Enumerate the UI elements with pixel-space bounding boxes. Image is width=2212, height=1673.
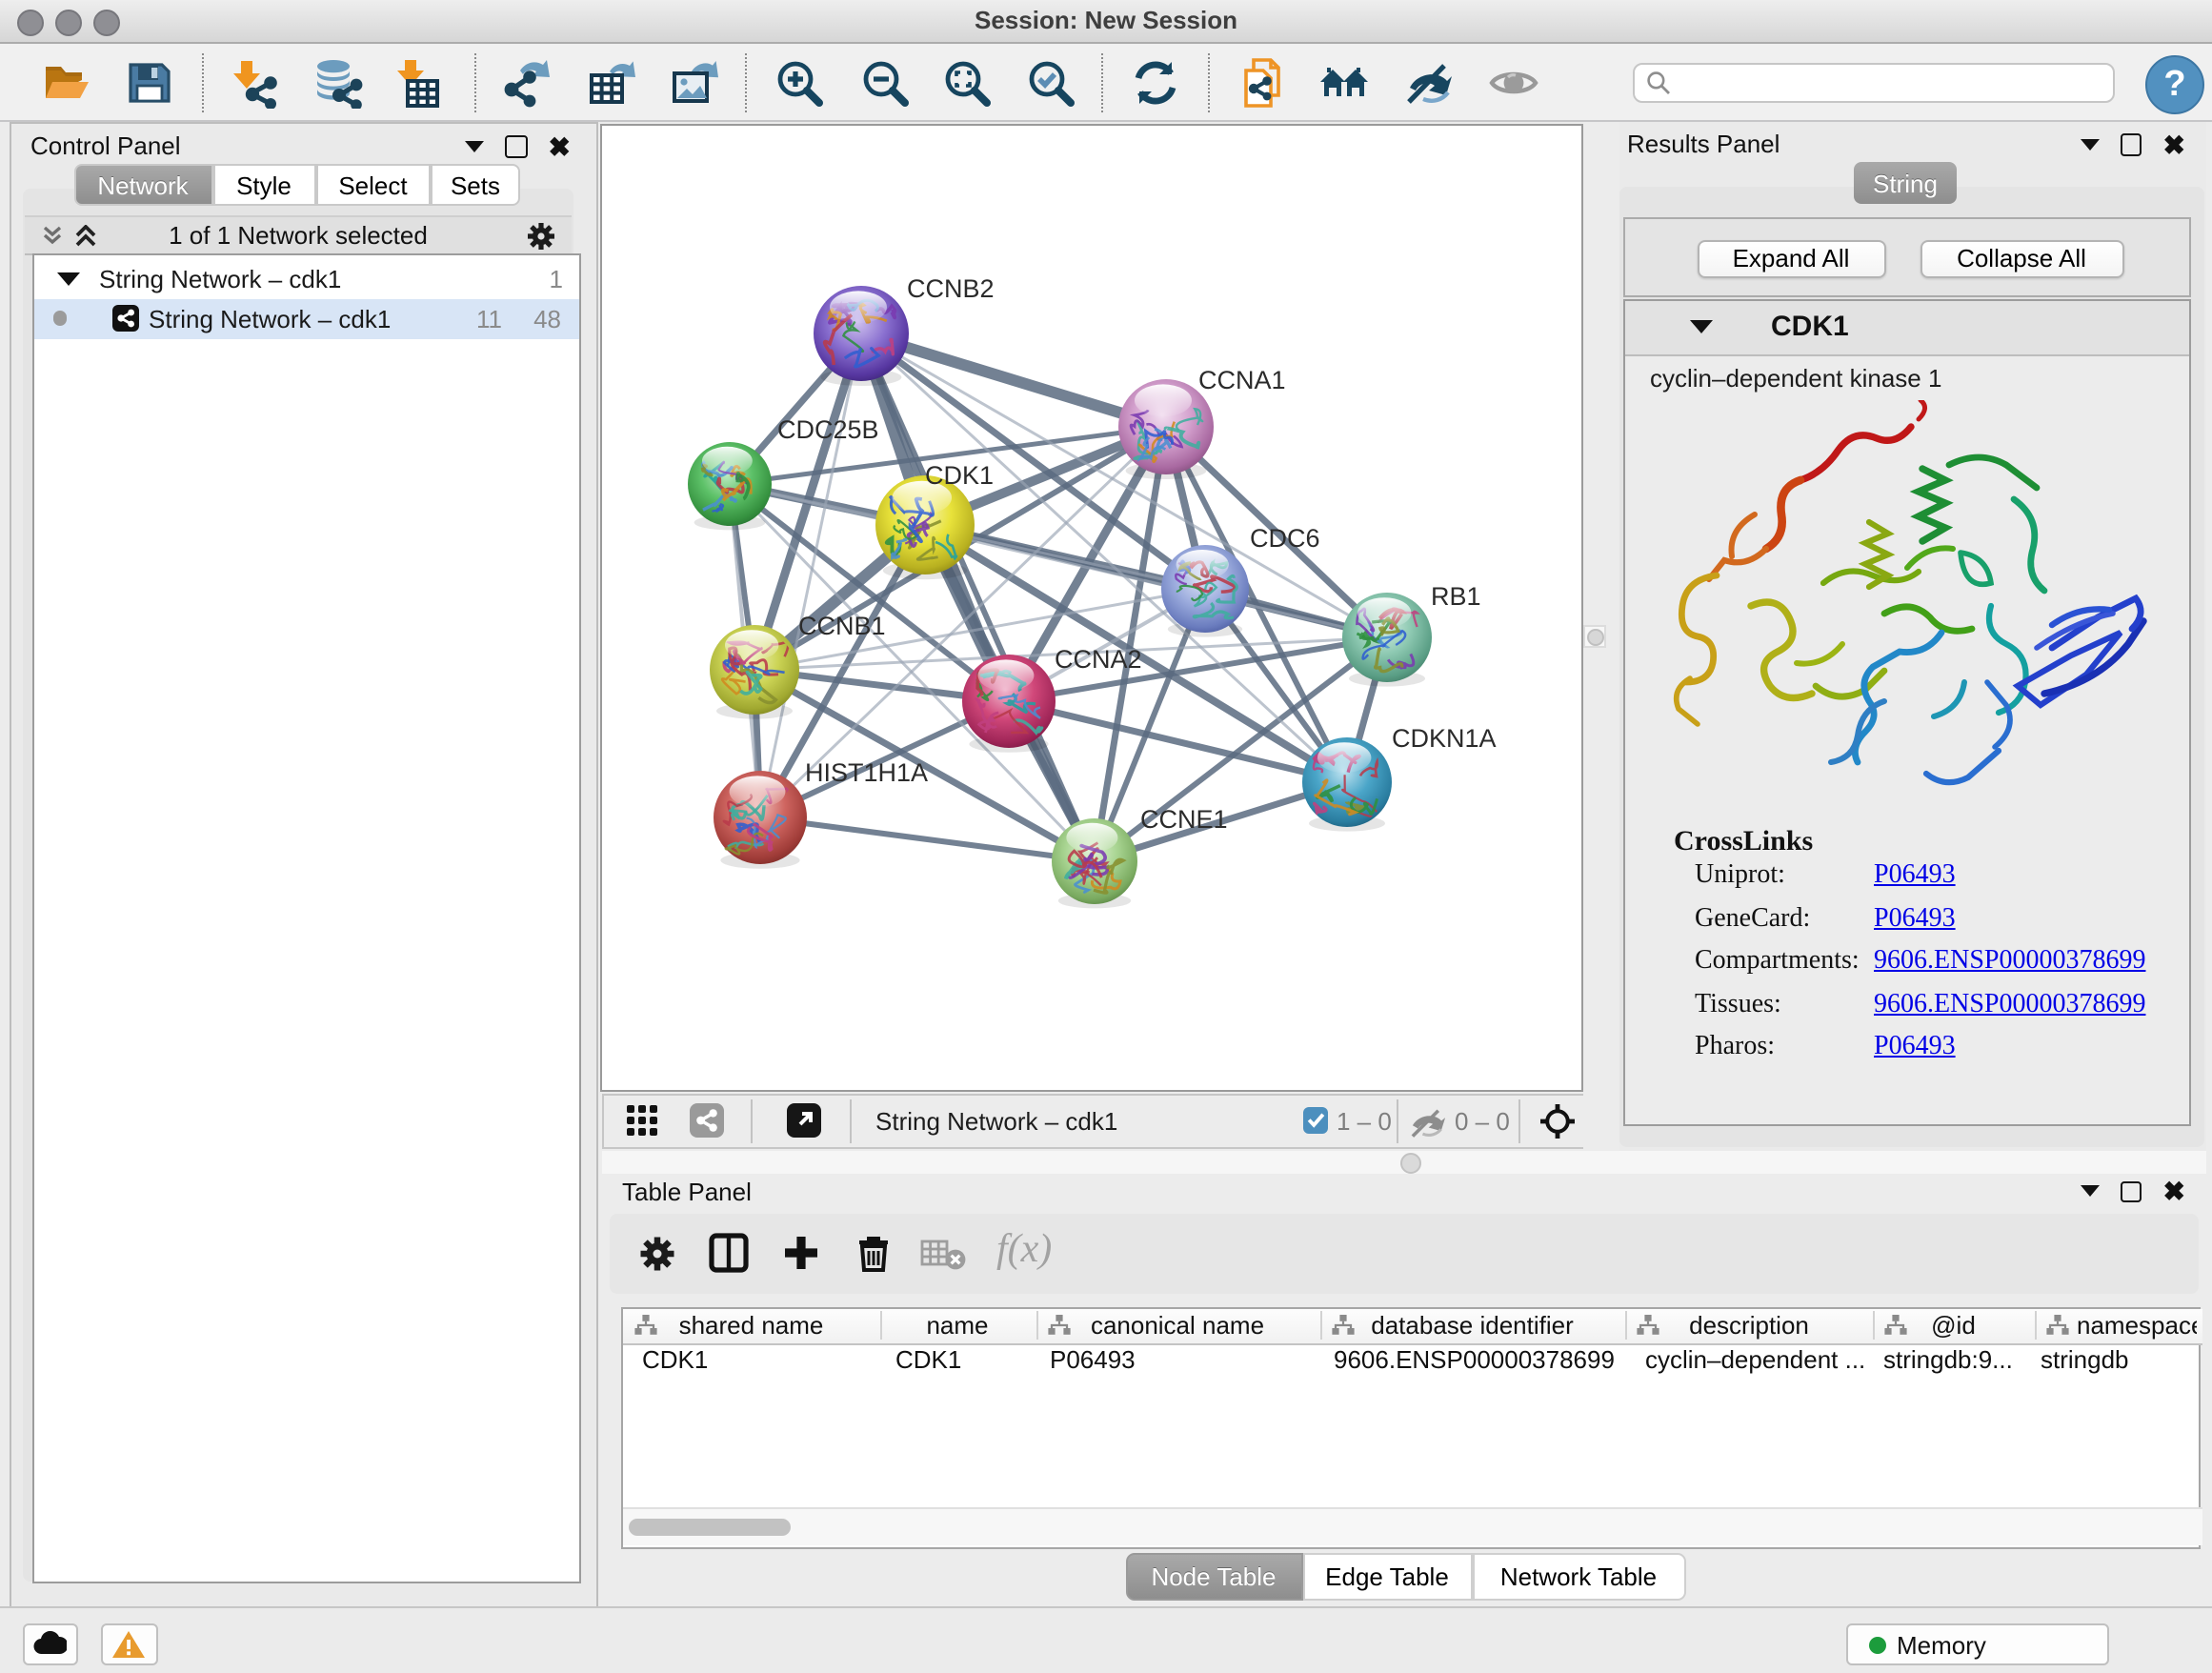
svg-text:CCNB1: CCNB1 bbox=[798, 611, 886, 639]
svg-text:HIST1H1A: HIST1H1A bbox=[805, 757, 928, 786]
svg-text:CDKN1A: CDKN1A bbox=[1392, 723, 1497, 752]
svg-text:CDC6: CDC6 bbox=[1250, 523, 1320, 552]
svg-text:CCNA1: CCNA1 bbox=[1198, 365, 1286, 393]
svg-text:CCNB2: CCNB2 bbox=[907, 273, 995, 302]
svg-text:CCNE1: CCNE1 bbox=[1140, 804, 1228, 833]
svg-text:CDC25B: CDC25B bbox=[777, 414, 879, 443]
svg-text:CDK1: CDK1 bbox=[925, 460, 994, 489]
svg-text:RB1: RB1 bbox=[1431, 581, 1481, 610]
svg-text:CCNA2: CCNA2 bbox=[1055, 644, 1142, 673]
